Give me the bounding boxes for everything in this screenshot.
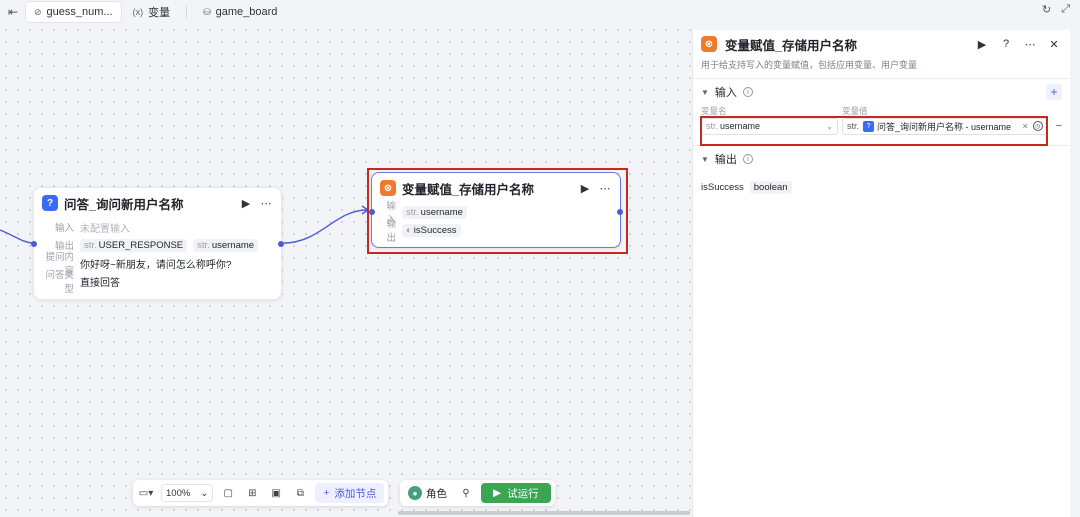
zoom-select[interactable]: 100% ⌄: [161, 484, 214, 502]
more-icon[interactable]: ⋯: [1022, 38, 1038, 51]
output-item: isSuccess boolean: [693, 178, 1070, 196]
type-label: str.: [197, 239, 210, 251]
output-name: isSuccess: [701, 181, 744, 193]
highlight-box: [700, 116, 1048, 146]
add-variable-button[interactable]: +: [1046, 84, 1062, 100]
var-name-column: 变量名: [701, 106, 727, 116]
input-section-header[interactable]: ▼ 输入 i +: [693, 79, 1070, 105]
tab-divider: [186, 6, 188, 18]
more-icon[interactable]: ⋯: [259, 197, 273, 210]
fit-view-icon[interactable]: ⧉: [291, 484, 309, 502]
output-chip: str. USER_RESPONSE: [80, 238, 188, 252]
role-label: 角色: [426, 487, 447, 500]
plus-icon: +: [323, 487, 330, 499]
panel-description: 用于给支持写入的变量赋值，包括应用变量、用户变量: [701, 60, 918, 70]
chevron-down-icon: ⌄: [200, 487, 209, 499]
canvas-toolbar: ▭▾ 100% ⌄ ▢ ⊞ ▣ ⧉ + 添加节点: [133, 480, 389, 506]
panel-title: 变量赋值_存储用户名称: [725, 38, 857, 53]
answer-type-row: 问答类型 直接回答: [34, 270, 281, 295]
incoming-connection: [0, 229, 33, 244]
section-title: 输入: [714, 87, 737, 99]
test-run-button[interactable]: ▶ 试运行: [481, 483, 551, 503]
sidebar-toggle-icon[interactable]: ⇤: [0, 0, 26, 24]
workflow-canvas[interactable]: ? 问答_询问新用户名称 ▶ ⋯ 输入 未配置输入 输出 str. USER_RE…: [0, 24, 692, 517]
remove-variable-icon[interactable]: −: [1056, 120, 1062, 132]
info-icon: i: [742, 87, 753, 97]
expand-icon[interactable]: ⤢: [1061, 3, 1070, 16]
output-section-header[interactable]: ▼ 输出 i: [693, 146, 1070, 172]
input-row: 输入 未配置输入: [34, 218, 281, 236]
qa-to-assign-connection: [283, 209, 368, 244]
input-port[interactable]: [31, 241, 37, 247]
tab-variables[interactable]: (x) 变量: [125, 2, 179, 22]
comment-icon[interactable]: ▢: [219, 484, 237, 502]
node-header: ? 问答_询问新用户名称 ▶ ⋯: [34, 188, 281, 218]
database-icon: ⛁: [203, 6, 211, 17]
node-config-panel: ⊗ 变量赋值_存储用户名称 ▶ ? ⋯ ✕ 用于给支持写入的变量赋值，包括应用变…: [692, 30, 1070, 517]
top-bar: ⇤ ⊘ guess_num... (x) 变量 ⛁ game_board ↻ ⤢: [0, 0, 1080, 24]
top-right-actions: ↻ ⤢: [1042, 3, 1070, 16]
role-button[interactable]: ● 角色: [404, 486, 451, 501]
workflow-icon: ⊘: [34, 6, 42, 17]
run-toolbar: ● 角色 ⚲ ▶ 试运行: [400, 480, 555, 506]
type-label: str.: [84, 239, 97, 251]
output-name: USER_RESPONSE: [98, 239, 184, 251]
question-value: 你好呀~新朋友，请问怎么称呼你?: [80, 259, 232, 271]
answer-type-label: 问答类型: [45, 270, 74, 295]
chevron-down-icon: ▼: [701, 87, 709, 97]
output-type-badge: boolean: [749, 180, 792, 194]
tab-label: game_board: [215, 6, 278, 18]
tab-label: 变量: [148, 7, 171, 19]
column-labels: 变量名 变量值: [693, 105, 1070, 116]
var-value-column: 变量值: [842, 106, 868, 116]
debug-icon[interactable]: ⚲: [457, 484, 475, 502]
add-node-button[interactable]: + 添加节点: [315, 483, 385, 503]
avatar: ●: [408, 486, 422, 500]
play-icon[interactable]: ▶: [974, 38, 990, 51]
layout-icon[interactable]: ⊞: [243, 484, 261, 502]
play-icon: ▶: [493, 487, 502, 499]
output-port[interactable]: [278, 241, 284, 247]
panel-header: ⊗ 变量赋值_存储用户名称 ▶ ? ⋯ ✕: [693, 30, 1070, 58]
close-icon[interactable]: ✕: [1046, 38, 1062, 51]
minimap-icon[interactable]: ▭▾: [137, 484, 155, 502]
qa-node[interactable]: ? 问答_询问新用户名称 ▶ ⋯ 输入 未配置输入 输出 str. USER_RE…: [31, 187, 284, 300]
output-chip: str. username: [193, 238, 259, 252]
variable-assign-icon: ⊗: [701, 36, 717, 52]
answer-type-value: 直接回答: [80, 277, 120, 289]
help-icon[interactable]: ?: [998, 38, 1014, 50]
image-icon[interactable]: ▣: [267, 484, 285, 502]
question-icon: ?: [42, 195, 58, 211]
add-node-label: 添加节点: [334, 487, 377, 500]
tab-workflow[interactable]: ⊘ guess_num...: [26, 2, 121, 22]
section-title: 输出: [714, 154, 737, 166]
node-title: 问答_询问新用户名称: [64, 197, 184, 212]
chevron-down-icon: ▼: [701, 154, 709, 164]
tab-game-board[interactable]: ⛁ game_board: [195, 2, 285, 22]
output-name: username: [211, 239, 255, 251]
horizontal-scrollbar[interactable]: [398, 511, 690, 515]
tab-label: guess_num...: [46, 6, 113, 18]
input-value: 未配置输入: [80, 223, 130, 235]
input-label: 输入: [54, 223, 74, 234]
info-icon: i: [742, 154, 753, 164]
play-icon[interactable]: ▶: [239, 197, 253, 210]
refresh-icon[interactable]: ↻: [1042, 3, 1051, 16]
test-run-label: 试运行: [507, 487, 539, 500]
zoom-value: 100%: [166, 487, 191, 499]
variable-icon: (x): [132, 7, 144, 17]
highlight-box: [367, 168, 628, 254]
